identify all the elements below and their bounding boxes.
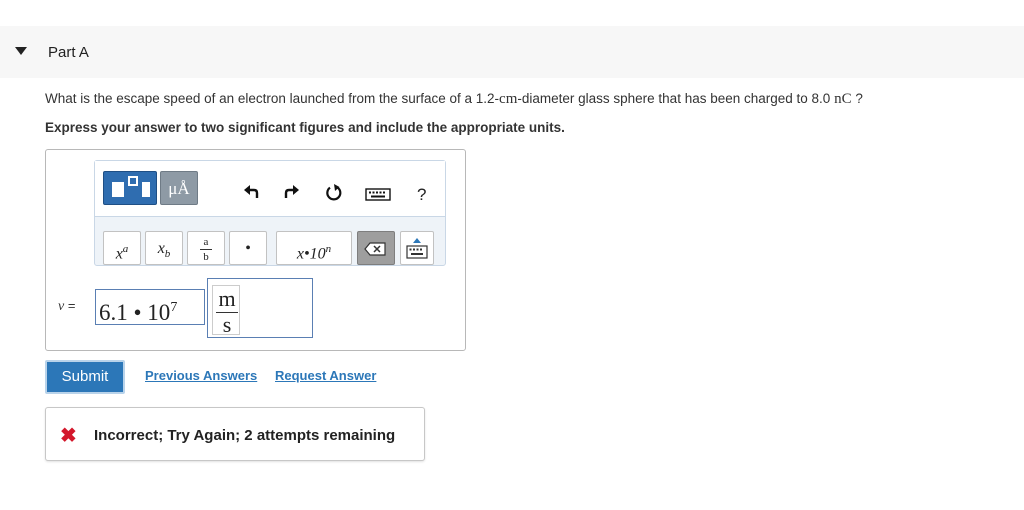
templates-icon[interactable]	[103, 171, 157, 205]
part-header[interactable]: Part A	[0, 26, 1024, 78]
value-mantissa: 6.1 • 10	[99, 300, 171, 325]
instruction-text: Express your answer to two significant f…	[45, 120, 565, 135]
question-text-start: What is the escape speed of an electron …	[45, 91, 500, 106]
keyboard-toggle-icon[interactable]	[400, 231, 434, 265]
dot-button[interactable]: •	[229, 231, 267, 265]
keyboard-icon[interactable]	[365, 183, 391, 203]
submit-button[interactable]: Submit	[45, 360, 125, 394]
units-icon[interactable]: μÅ	[160, 171, 198, 205]
superscript-button[interactable]: xa	[103, 231, 141, 265]
incorrect-icon: ✖	[60, 425, 77, 447]
fraction-button[interactable]: a b	[187, 231, 225, 265]
fraction-numerator: a	[203, 236, 209, 248]
request-answer-link[interactable]: Request Answer	[275, 368, 376, 383]
unit-numerator: m	[218, 286, 236, 311]
feedback-text: Incorrect; Try Again; 2 attempts remaini…	[94, 427, 396, 444]
answer-variable-label: v =	[58, 298, 75, 315]
backspace-icon[interactable]	[357, 231, 395, 265]
part-title: Part A	[48, 44, 89, 61]
answer-box: μÅ ? xa xb a b • x•10n v = 6.1 • 107 m s	[45, 149, 466, 351]
subscript-index: b	[164, 248, 171, 261]
math-toolbar: μÅ ? xa xb a b • x•10n	[94, 160, 446, 266]
previous-answers-link[interactable]: Previous Answers	[145, 368, 257, 383]
units-input[interactable]: m s	[207, 278, 313, 338]
toolbar-top-row: μÅ ?	[95, 161, 445, 217]
unit-fraction: m s	[212, 285, 240, 337]
subscript-base: x	[157, 240, 165, 257]
subscript-button[interactable]: xb	[145, 231, 183, 265]
reset-icon[interactable]	[324, 183, 344, 203]
question-text-end: ?	[851, 91, 863, 106]
sci-notation-label: x•10	[296, 245, 326, 263]
unit-cm: cm	[499, 91, 518, 107]
value-input[interactable]: 6.1 • 107	[95, 289, 205, 325]
question-text: What is the escape speed of an electron …	[45, 91, 863, 108]
sci-notation-button[interactable]: x•10n	[276, 231, 352, 265]
superscript-base: x	[115, 245, 123, 263]
answer-equals: =	[64, 298, 76, 313]
superscript-exp: a	[122, 243, 129, 255]
undo-icon[interactable]	[242, 183, 262, 203]
collapse-caret-icon[interactable]	[15, 47, 27, 55]
unit-denominator: s	[222, 312, 232, 337]
unit-nc: nC	[834, 91, 852, 107]
redo-icon[interactable]	[281, 183, 301, 203]
feedback-box: ✖ Incorrect; Try Again; 2 attempts remai…	[45, 407, 425, 461]
question-text-middle: -diameter glass sphere that has been cha…	[517, 91, 835, 106]
fraction-denominator: b	[203, 251, 209, 263]
help-icon[interactable]: ?	[417, 185, 426, 205]
value-exponent: 7	[170, 300, 178, 315]
